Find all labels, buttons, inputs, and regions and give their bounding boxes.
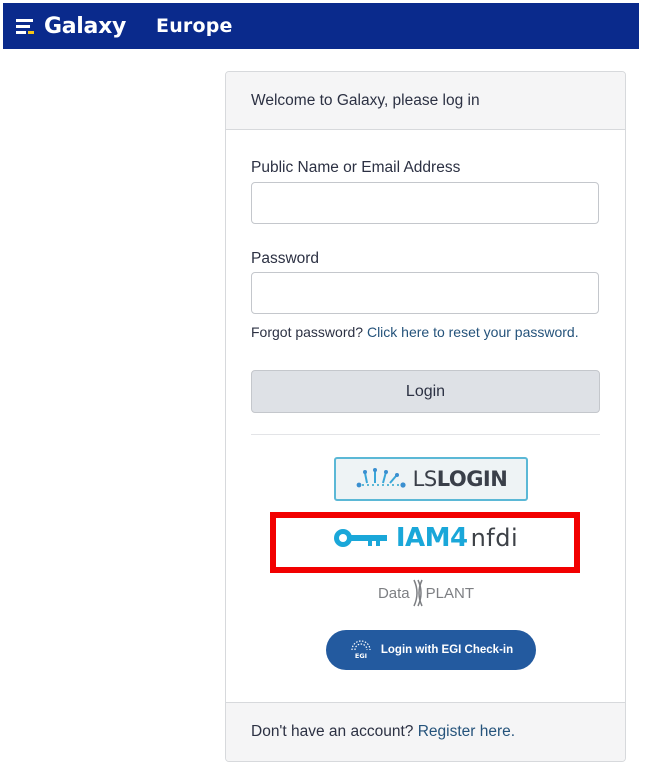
brand-subtitle: Europe xyxy=(156,15,233,37)
card-footer: Don't have an account? Register here. xyxy=(226,702,625,761)
lslogin-suffix: LOGIN xyxy=(436,467,508,491)
reset-password-link[interactable]: Click here to reset your password. xyxy=(367,324,579,340)
card-header: Welcome to Galaxy, please log in xyxy=(226,72,625,130)
forgot-password-text: Forgot password? xyxy=(251,324,364,340)
login-button[interactable]: Login xyxy=(251,370,600,413)
egi-checkin-label: Login with EGI Check-in xyxy=(380,644,514,656)
dataplant-right: PLANT xyxy=(425,584,475,602)
brand-link[interactable]: Galaxy xyxy=(16,14,126,39)
lslogin-prefix: LS xyxy=(412,467,438,491)
iam4nfdi-button[interactable]: IAM4 nfdi xyxy=(274,515,576,560)
key-icon xyxy=(333,528,387,547)
egi-logo-icon: EGI xyxy=(351,640,371,660)
divider xyxy=(251,434,600,435)
email-field[interactable] xyxy=(251,182,599,224)
password-field[interactable] xyxy=(251,272,599,314)
iam4nfdi-sub: nfdi xyxy=(470,523,519,552)
register-prompt: Don't have an account? xyxy=(251,723,414,740)
dataplant-logo-icon xyxy=(412,579,423,607)
forgot-password-row: Forgot password? Click here to reset you… xyxy=(251,324,579,340)
dataplant-left: Data xyxy=(377,584,410,602)
egi-checkin-button[interactable]: EGI Login with EGI Check-in xyxy=(326,630,536,670)
svg-text:EGI: EGI xyxy=(355,652,367,660)
password-label: Password xyxy=(251,250,320,267)
lifescience-login-icon xyxy=(356,468,406,488)
top-navbar: Galaxy Europe xyxy=(3,3,639,49)
galaxy-logo-icon xyxy=(16,19,34,34)
lslogin-button[interactable]: LS LOGIN xyxy=(334,457,528,501)
email-label: Public Name or Email Address xyxy=(251,159,461,176)
login-card: Welcome to Galaxy, please log in Public … xyxy=(225,71,626,762)
register-link[interactable]: Register here. xyxy=(418,723,515,741)
dataplant-button[interactable]: Data PLANT xyxy=(366,575,486,611)
brand-name: Galaxy xyxy=(44,13,127,39)
iam4nfdi-main: IAM4 xyxy=(395,522,468,553)
